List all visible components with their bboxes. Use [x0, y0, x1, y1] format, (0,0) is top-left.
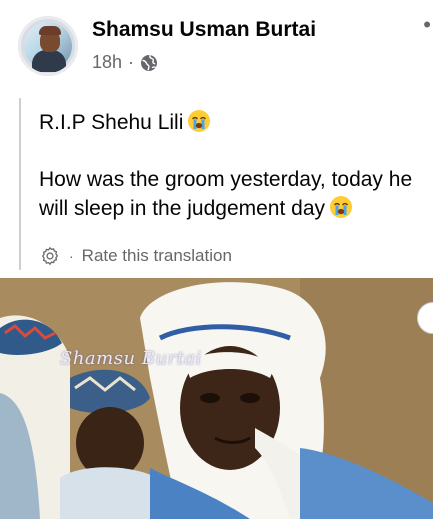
rate-translation-link[interactable]: Rate this translation	[82, 246, 232, 266]
post-text: R.I.P Shehu Lili How was the groom yeste…	[39, 108, 433, 223]
crying-face-emoji-icon	[188, 110, 211, 132]
post-meta: 18h ·	[92, 52, 158, 73]
post-line-1: R.I.P Shehu Lili	[39, 108, 433, 137]
globe-icon[interactable]	[140, 54, 158, 72]
crying-face-emoji-icon	[330, 196, 353, 218]
more-options-icon[interactable]: •	[423, 14, 431, 36]
quote-bar	[19, 98, 21, 270]
post-time[interactable]: 18h	[92, 52, 122, 73]
post-photo[interactable]: Shamsu Burtai	[0, 278, 433, 519]
photo-watermark: Shamsu Burtai	[60, 348, 202, 369]
photo-scene	[0, 278, 433, 519]
meta-separator: ·	[128, 52, 135, 72]
gear-icon[interactable]	[39, 245, 61, 267]
translation-separator: ·	[69, 248, 74, 264]
author-name[interactable]: Shamsu Usman Burtai	[92, 18, 316, 42]
post-line-2: How was the groom yesterday, today he wi…	[39, 168, 413, 220]
author-avatar[interactable]	[18, 16, 78, 76]
post-header: Shamsu Usman Burtai 18h · •	[0, 0, 433, 92]
translation-row: · Rate this translation	[39, 244, 232, 268]
